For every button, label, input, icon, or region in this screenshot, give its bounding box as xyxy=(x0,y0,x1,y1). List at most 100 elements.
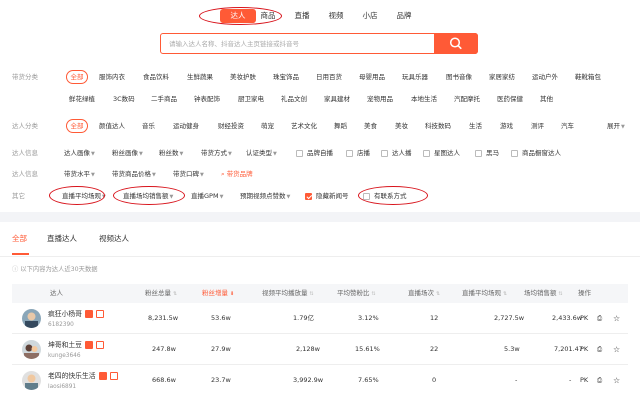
category-chip[interactable]: 本地生活 xyxy=(411,92,437,106)
category-chip[interactable]: 医药保健 xyxy=(497,92,523,106)
talent-category-chip[interactable]: 运动健身 xyxy=(173,119,199,133)
category-chip[interactable]: 食品饮料 xyxy=(143,70,169,84)
tab-all[interactable]: 全部 xyxy=(12,231,27,247)
nav-tab-video[interactable]: 视频 xyxy=(326,9,346,23)
talent-category-chip[interactable]: 财经投资 xyxy=(218,119,244,133)
talent-category-chip[interactable]: 舞蹈 xyxy=(334,119,347,133)
category-chip[interactable]: 运动户外 xyxy=(532,70,558,84)
talent-category-chip[interactable]: 科技数码 xyxy=(425,119,451,133)
pk-button[interactable]: PK xyxy=(580,334,588,365)
talent-category-chip[interactable]: 美食 xyxy=(364,119,377,133)
brand-self-live-checkbox[interactable]: 品牌自播 xyxy=(296,147,333,161)
print-icon[interactable]: ⎙ xyxy=(597,334,602,365)
tab-live-talent[interactable]: 直播达人 xyxy=(47,231,77,247)
category-chip[interactable]: 生鲜蔬果 xyxy=(187,70,213,84)
category-chip[interactable]: 家具建材 xyxy=(324,92,350,106)
reputation-dropdown[interactable]: 带货口碑▼ xyxy=(173,167,204,181)
avatar[interactable] xyxy=(22,340,41,359)
talent-category-chip[interactable]: 颜值达人 xyxy=(99,119,125,133)
pk-button[interactable]: PK xyxy=(580,365,588,396)
sale-method-dropdown[interactable]: 带货方式▼ xyxy=(201,146,232,160)
talent-category-all[interactable]: 全部 xyxy=(66,119,88,133)
category-chip[interactable]: 鞋靴箱包 xyxy=(575,70,601,84)
talent-category-chip[interactable]: 艺术文化 xyxy=(291,119,317,133)
talent-live-checkbox[interactable]: 达人播 xyxy=(381,147,412,161)
live-avg-view-dropdown[interactable]: 直播平均场观▼ xyxy=(62,189,106,203)
live-avg-sales-dropdown[interactable]: 直播场均销售额▼ xyxy=(123,189,173,203)
checkbox-label: 商品橱窗达人 xyxy=(522,149,561,157)
talent-name-cell[interactable]: 老四的快乐生活 xyxy=(48,372,118,381)
category-chip[interactable]: 3C数码 xyxy=(113,92,135,106)
hide-news-checkbox[interactable]: 隐藏新闻号 xyxy=(305,190,349,204)
print-icon[interactable]: ⎙ xyxy=(597,365,602,396)
header-avg-play[interactable]: 视频平均播放量 ⇅ xyxy=(262,284,314,304)
search-input[interactable] xyxy=(161,34,436,53)
category-chip[interactable]: 其他 xyxy=(540,92,553,106)
category-chip[interactable]: 礼品文创 xyxy=(281,92,307,106)
nav-tab-product[interactable]: 商品 xyxy=(255,9,281,23)
expand-button[interactable]: 展开▼ xyxy=(607,119,625,133)
talent-name-cell[interactable]: 坤哥和土豆 xyxy=(48,341,104,350)
header-avg-sales[interactable]: 场均销售额 ⇅ xyxy=(524,284,563,304)
search-button[interactable] xyxy=(434,33,478,54)
category-all[interactable]: 全部 xyxy=(66,70,88,84)
talent-category-chip[interactable]: 测评 xyxy=(531,119,544,133)
header-avg-view[interactable]: 直播平均场观 ⇅ xyxy=(462,284,507,304)
header-growth[interactable]: 粉丝增量 ⬇ xyxy=(202,284,234,304)
avatar[interactable] xyxy=(22,371,41,390)
avatar[interactable] xyxy=(22,309,41,328)
category-chip[interactable]: 玩具乐器 xyxy=(402,70,428,84)
expected-likes-dropdown[interactable]: 预期视频点赞数▼ xyxy=(240,189,290,203)
live-gpm-dropdown[interactable]: 直播GPM▼ xyxy=(191,189,223,203)
star-icon[interactable]: ☆ xyxy=(613,303,620,334)
star-icon[interactable]: ☆ xyxy=(613,365,620,396)
pk-button[interactable]: PK xyxy=(580,303,588,334)
table-row[interactable]: 坤哥和土豆 kunge3646 247.8w 27.9w 2,128w 15.6… xyxy=(12,334,628,365)
star-badge-icon xyxy=(95,310,104,318)
fans-portrait-dropdown[interactable]: 粉丝画像▼ xyxy=(112,146,143,160)
category-chip[interactable]: 珠宝饰品 xyxy=(273,70,299,84)
talent-category-chip[interactable]: 生活 xyxy=(469,119,482,133)
sale-level-dropdown[interactable]: 带货水平▼ xyxy=(64,167,95,181)
star-icon[interactable]: ☆ xyxy=(613,334,620,365)
nav-tab-shop[interactable]: 小店 xyxy=(360,9,380,23)
category-chip[interactable]: 家居家纺 xyxy=(489,70,515,84)
dark-horse-checkbox[interactable]: 黑马 xyxy=(475,147,499,161)
cert-type-dropdown[interactable]: 认证类型▼ xyxy=(246,146,277,160)
table-row[interactable]: 疯狂小杨哥 6182390 8,231.5w 53.6w 1.79亿 3.12%… xyxy=(12,303,628,334)
xingtu-talent-checkbox[interactable]: 星图达人 xyxy=(423,147,460,161)
talent-category-chip[interactable]: 音乐 xyxy=(142,119,155,133)
product-price-dropdown[interactable]: 带货商品价格▼ xyxy=(112,167,156,181)
category-chip[interactable]: 母婴用品 xyxy=(359,70,385,84)
category-chip[interactable]: 美妆护肤 xyxy=(230,70,256,84)
table-row[interactable]: 老四的快乐生活 laosi6891 668.6w 23.7w 3,992.9w … xyxy=(12,365,628,396)
nav-tab-live[interactable]: 直播 xyxy=(292,9,312,23)
talent-portrait-dropdown[interactable]: 达人画像▼ xyxy=(64,146,95,160)
talent-category-chip[interactable]: 游戏 xyxy=(500,119,513,133)
header-live-count[interactable]: 直播场次 ⇅ xyxy=(408,284,440,304)
header-fans[interactable]: 粉丝总量 ⇅ xyxy=(145,284,177,304)
talent-name-cell[interactable]: 疯狂小杨哥 xyxy=(48,310,104,319)
nav-tab-brand[interactable]: 品牌 xyxy=(394,9,414,23)
shop-live-checkbox[interactable]: 店播 xyxy=(346,147,370,161)
talent-category-chip[interactable]: 萌宠 xyxy=(261,119,274,133)
category-chip[interactable]: 钟表配饰 xyxy=(194,92,220,106)
category-chip[interactable]: 鲜花绿植 xyxy=(69,92,95,106)
print-icon[interactable]: ⎙ xyxy=(597,303,602,334)
brand-search-link[interactable]: ⌕ 带货品牌 xyxy=(221,167,253,181)
talent-category-chip[interactable]: 汽车 xyxy=(561,119,574,133)
category-chip[interactable]: 服饰内衣 xyxy=(99,70,125,84)
has-contact-checkbox[interactable]: 有联系方式 xyxy=(363,190,407,204)
talent-category-chip[interactable]: 美妆 xyxy=(395,119,408,133)
fans-count-dropdown[interactable]: 粉丝数▼ xyxy=(159,146,183,160)
category-chip[interactable]: 宠物用品 xyxy=(367,92,393,106)
category-chip[interactable]: 汽配摩托 xyxy=(454,92,480,106)
nav-tab-talent[interactable]: 达人 xyxy=(220,9,256,23)
header-like-ratio[interactable]: 平均赞粉比 ⇅ xyxy=(337,284,376,304)
showcase-talent-checkbox[interactable]: 商品橱窗达人 xyxy=(511,147,561,161)
tab-video-talent[interactable]: 视频达人 xyxy=(99,231,129,247)
category-chip[interactable]: 厨卫家电 xyxy=(238,92,264,106)
category-chip[interactable]: 二手商品 xyxy=(151,92,177,106)
category-chip[interactable]: 日用百货 xyxy=(316,70,342,84)
category-chip[interactable]: 图书音像 xyxy=(446,70,472,84)
